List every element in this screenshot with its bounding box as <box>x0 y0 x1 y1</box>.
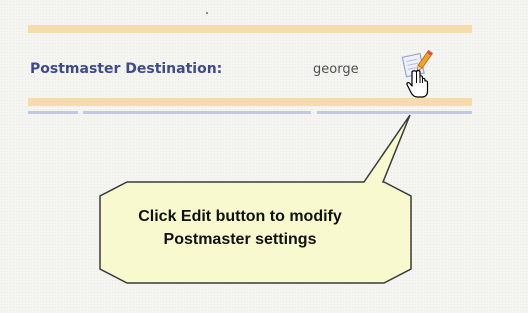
bottom-divider <box>28 98 472 106</box>
top-divider <box>28 25 472 33</box>
stray-dot <box>206 12 208 14</box>
blue-divider-segment <box>83 111 311 114</box>
postmaster-destination-label: Postmaster Destination: <box>30 61 223 77</box>
callout-line-2: Postmaster settings <box>163 231 317 248</box>
screenshot-area: Postmaster Destination: george Click Edi… <box>0 0 528 313</box>
postmaster-destination-value: george <box>313 62 359 77</box>
callout-balloon <box>99 114 412 284</box>
blue-divider-segment <box>28 111 78 114</box>
blue-divider-segment <box>317 111 472 114</box>
callout-text: Click Edit button to modify Postmaster s… <box>125 205 355 251</box>
callout-line-1: Click Edit button to modify <box>138 208 342 225</box>
